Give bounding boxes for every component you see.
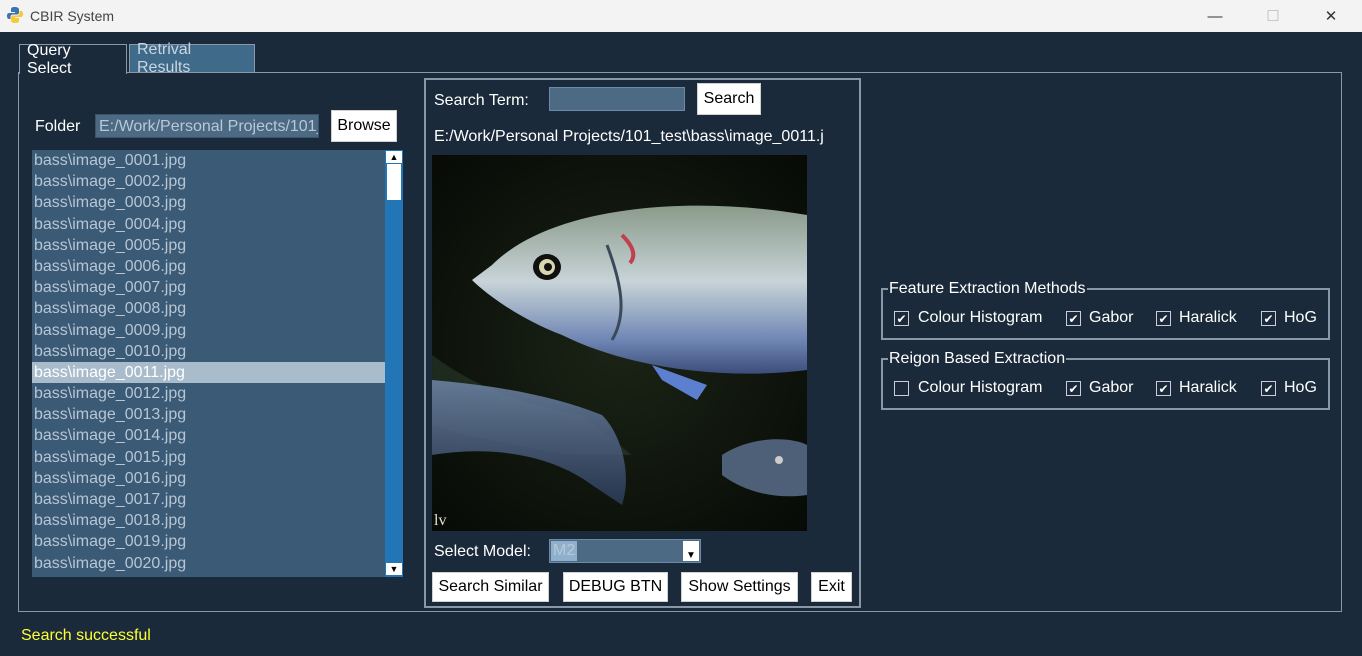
feature-extraction-title: Feature Extraction Methods [888, 280, 1087, 298]
list-item[interactable]: bass\image_0002.jpg [32, 171, 385, 192]
list-item[interactable]: bass\image_0010.jpg [32, 341, 385, 362]
file-listbox[interactable]: bass\image_0001.jpg bass\image_0002.jpg ba… [32, 150, 385, 577]
close-icon: ✕ [1324, 8, 1338, 25]
title-bar [0, 0, 1362, 32]
list-item[interactable]: bass\image_0006.jpg [32, 256, 385, 277]
region-extraction-title: Reigon Based Extraction [888, 350, 1067, 368]
list-item[interactable]: bass\image_0011.jpg [32, 361, 385, 384]
status-message: Search successful [21, 627, 151, 644]
checkmark-icon: ✔ [1068, 311, 1079, 326]
query-image-preview: lv [432, 155, 807, 531]
window-title: CBIR System [30, 8, 115, 24]
list-item[interactable]: bass\image_0008.jpg [32, 298, 385, 319]
checkmark-icon: ✔ [1158, 311, 1169, 326]
search-button[interactable]: Search [697, 83, 761, 115]
list-item[interactable]: bass\image_0020.jpg [32, 553, 385, 574]
model-select-value: M2 [551, 541, 578, 561]
svg-text:lv: lv [434, 512, 446, 529]
checkmark-icon: ✔ [896, 311, 907, 326]
list-item[interactable]: bass\image_0015.jpg [32, 447, 385, 468]
list-item[interactable]: bass\image_0016.jpg [32, 468, 385, 489]
scroll-thumb[interactable] [387, 164, 401, 200]
feature-haralick-checkbox[interactable]: ✔ [1156, 311, 1171, 326]
checkmark-icon: ✔ [1068, 381, 1079, 396]
region-gabor-label: Gabor [1089, 379, 1134, 396]
exit-button[interactable]: Exit [811, 572, 852, 602]
feature-hog-label: HoG [1284, 309, 1317, 326]
feature-haralick-label: Haralick [1179, 309, 1237, 326]
folder-label: Folder [35, 118, 81, 135]
feature-colour-histogram-label: Colour Histogram [918, 309, 1043, 326]
file-list-scrollbar[interactable] [385, 150, 403, 577]
feature-colour-histogram-checkbox[interactable]: ✔ [894, 311, 909, 326]
list-item[interactable]: bass\image_0005.jpg [32, 235, 385, 256]
list-item[interactable]: bass\image_0013.jpg [32, 404, 385, 425]
selected-image-path: E:/Work/Personal Projects/101_test\bass\… [434, 128, 824, 145]
list-item[interactable]: bass\image_0007.jpg [32, 277, 385, 298]
checkmark-icon: ✔ [1263, 311, 1274, 326]
region-haralick-checkbox[interactable]: ✔ [1156, 381, 1171, 396]
scroll-up-arrow-icon[interactable]: ▲ [386, 151, 402, 163]
python-app-icon [7, 7, 23, 23]
list-item[interactable]: bass\image_0009.jpg [32, 320, 385, 341]
list-item[interactable]: bass\image_0017.jpg [32, 489, 385, 510]
tab-retrieval-results[interactable]: Retrival Results [129, 41, 255, 76]
list-item[interactable]: bass\image_0001.jpg [32, 150, 385, 171]
close-button[interactable]: ✕ [1302, 0, 1360, 32]
search-term-label: Search Term: [434, 92, 529, 109]
region-colour-histogram-checkbox[interactable] [894, 381, 909, 396]
region-hog-checkbox[interactable]: ✔ [1261, 381, 1276, 396]
feature-gabor-label: Gabor [1089, 309, 1134, 326]
region-haralick-label: Haralick [1179, 379, 1237, 396]
folder-path-input[interactable]: E:/Work/Personal Projects/101_test [95, 114, 319, 138]
browse-button[interactable]: Browse [331, 110, 397, 142]
select-model-label: Select Model: [434, 543, 531, 560]
tab-query-select[interactable]: Query Select [19, 42, 127, 77]
checkmark-icon: ✔ [1158, 381, 1169, 396]
maximize-button[interactable]: ☐ [1244, 0, 1302, 32]
dropdown-arrow-icon[interactable]: ▼ [683, 541, 699, 561]
minimize-button[interactable]: — [1186, 0, 1244, 32]
scroll-down-arrow-icon[interactable]: ▼ [386, 563, 402, 575]
list-item[interactable]: bass\image_0014.jpg [32, 425, 385, 446]
list-item[interactable]: bass\image_0003.jpg [32, 192, 385, 213]
list-item[interactable]: bass\image_0004.jpg [32, 214, 385, 235]
checkmark-icon: ✔ [1263, 381, 1274, 396]
region-gabor-checkbox[interactable]: ✔ [1066, 381, 1081, 396]
maximize-icon: ☐ [1266, 8, 1280, 25]
list-item[interactable]: bass\image_0012.jpg [32, 383, 385, 404]
search-similar-button[interactable]: Search Similar [432, 572, 549, 602]
feature-hog-checkbox[interactable]: ✔ [1261, 311, 1276, 326]
feature-gabor-checkbox[interactable]: ✔ [1066, 311, 1081, 326]
list-item[interactable]: bass\image_0018.jpg [32, 510, 385, 531]
debug-button[interactable]: DEBUG BTN [563, 572, 668, 602]
region-hog-label: HoG [1284, 379, 1317, 396]
search-term-input[interactable] [549, 87, 685, 111]
list-item[interactable]: bass\image_0019.jpg [32, 531, 385, 552]
show-settings-button[interactable]: Show Settings [681, 572, 798, 602]
fish-photo: lv [432, 155, 807, 531]
minimize-icon: — [1207, 7, 1223, 25]
region-colour-histogram-label: Colour Histogram [918, 379, 1043, 396]
